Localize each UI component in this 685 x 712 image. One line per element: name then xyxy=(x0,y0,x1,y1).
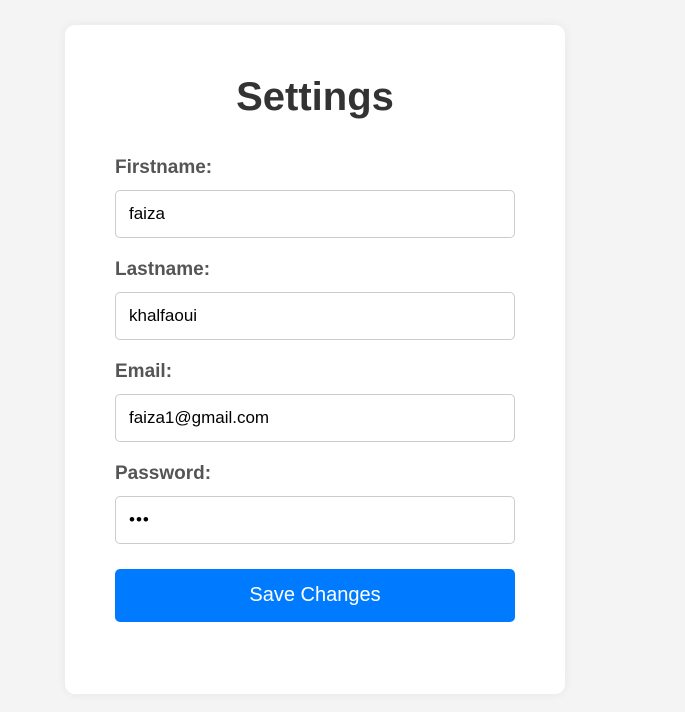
settings-card: Settings Firstname: Lastname: Email: Pas… xyxy=(65,25,565,694)
password-label: Password: xyxy=(115,463,212,484)
email-input[interactable] xyxy=(115,394,515,442)
settings-form: Firstname: Lastname: Email: Password: Sa… xyxy=(115,157,515,622)
page-title: Settings xyxy=(236,75,394,119)
save-changes-button[interactable]: Save Changes xyxy=(115,569,515,622)
firstname-input[interactable] xyxy=(115,190,515,238)
password-input[interactable] xyxy=(115,496,515,544)
email-label: Email: xyxy=(115,361,173,382)
lastname-label: Lastname: xyxy=(115,259,211,280)
lastname-input[interactable] xyxy=(115,292,515,340)
firstname-label: Firstname: xyxy=(115,157,213,178)
